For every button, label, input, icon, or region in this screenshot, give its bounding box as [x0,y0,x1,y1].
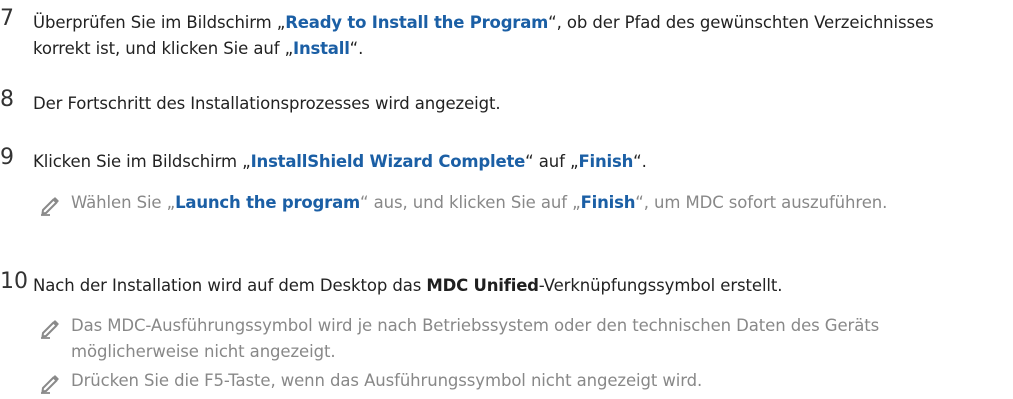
note: Das MDC-Ausführungssymbol wird je nach B… [38,313,993,367]
text-run: “. [633,152,647,171]
step-10: 10 Nach der Installation wird auf dem De… [0,271,993,299]
pencil-icon [38,193,62,217]
step-7: 7 Überprüfen Sie im Bildschirm „Ready to… [0,8,993,62]
note: Wählen Sie „Launch the program“ aus, und… [38,190,993,244]
note: Drücken Sie die F5-Taste, wenn das Ausfü… [38,368,993,396]
note-text: Das MDC-Ausführungssymbol wird je nach B… [71,313,993,365]
step-8: 8 Der Fortschritt des Installationsproze… [0,89,993,117]
text-run: -Verknüpfungssymbol erstellt. [538,276,783,295]
pencil-icon [38,371,62,395]
ui-term: Install [293,39,350,58]
step-text: Nach der Installation wird auf dem Deskt… [33,273,993,299]
text-run: Wählen Sie „ [71,193,176,212]
step-text: Klicken Sie im Bildschirm „InstallShield… [33,149,993,175]
text-run: “ aus, und klicken Sie auf „ [360,193,581,212]
text-run: “. [349,39,364,58]
step-text: Der Fortschritt des Installationsprozess… [33,91,993,117]
step-number: 10 [0,269,28,294]
step-number: 7 [0,6,14,31]
text-run: Drücken Sie die F5-Taste, wenn das Ausfü… [71,371,703,390]
text-run: Nach der Installation wird auf dem Deskt… [33,276,427,295]
step-text: Überprüfen Sie im Bildschirm „Ready to I… [33,10,993,62]
text-run: Das MDC-Ausführungssymbol wird je nach B… [71,316,880,361]
ui-term: Launch the program [175,193,361,212]
text-run: Überprüfen Sie im Bildschirm „ [33,13,286,32]
step-9: 9 Klicken Sie im Bildschirm „InstallShie… [0,147,993,175]
step-number: 8 [0,87,14,112]
note-text: Wählen Sie „Launch the program“ aus, und… [71,190,993,216]
ui-term: Finish [578,152,634,171]
ui-term: InstallShield Wizard Complete [250,152,526,171]
ui-term: Finish [580,193,636,212]
text-run: “ auf „ [525,152,579,171]
step-number: 9 [0,145,14,170]
text-run: “, um MDC sofort auszuführen. [635,193,888,212]
note-text: Drücken Sie die F5-Taste, wenn das Ausfü… [71,368,993,394]
pencil-icon [38,316,62,340]
text-run: Der Fortschritt des Installationsprozess… [33,94,501,113]
product-name: MDC Unified [426,276,539,295]
ui-term: Ready to Install the Program [285,13,549,32]
text-run: Klicken Sie im Bildschirm „ [33,152,251,171]
